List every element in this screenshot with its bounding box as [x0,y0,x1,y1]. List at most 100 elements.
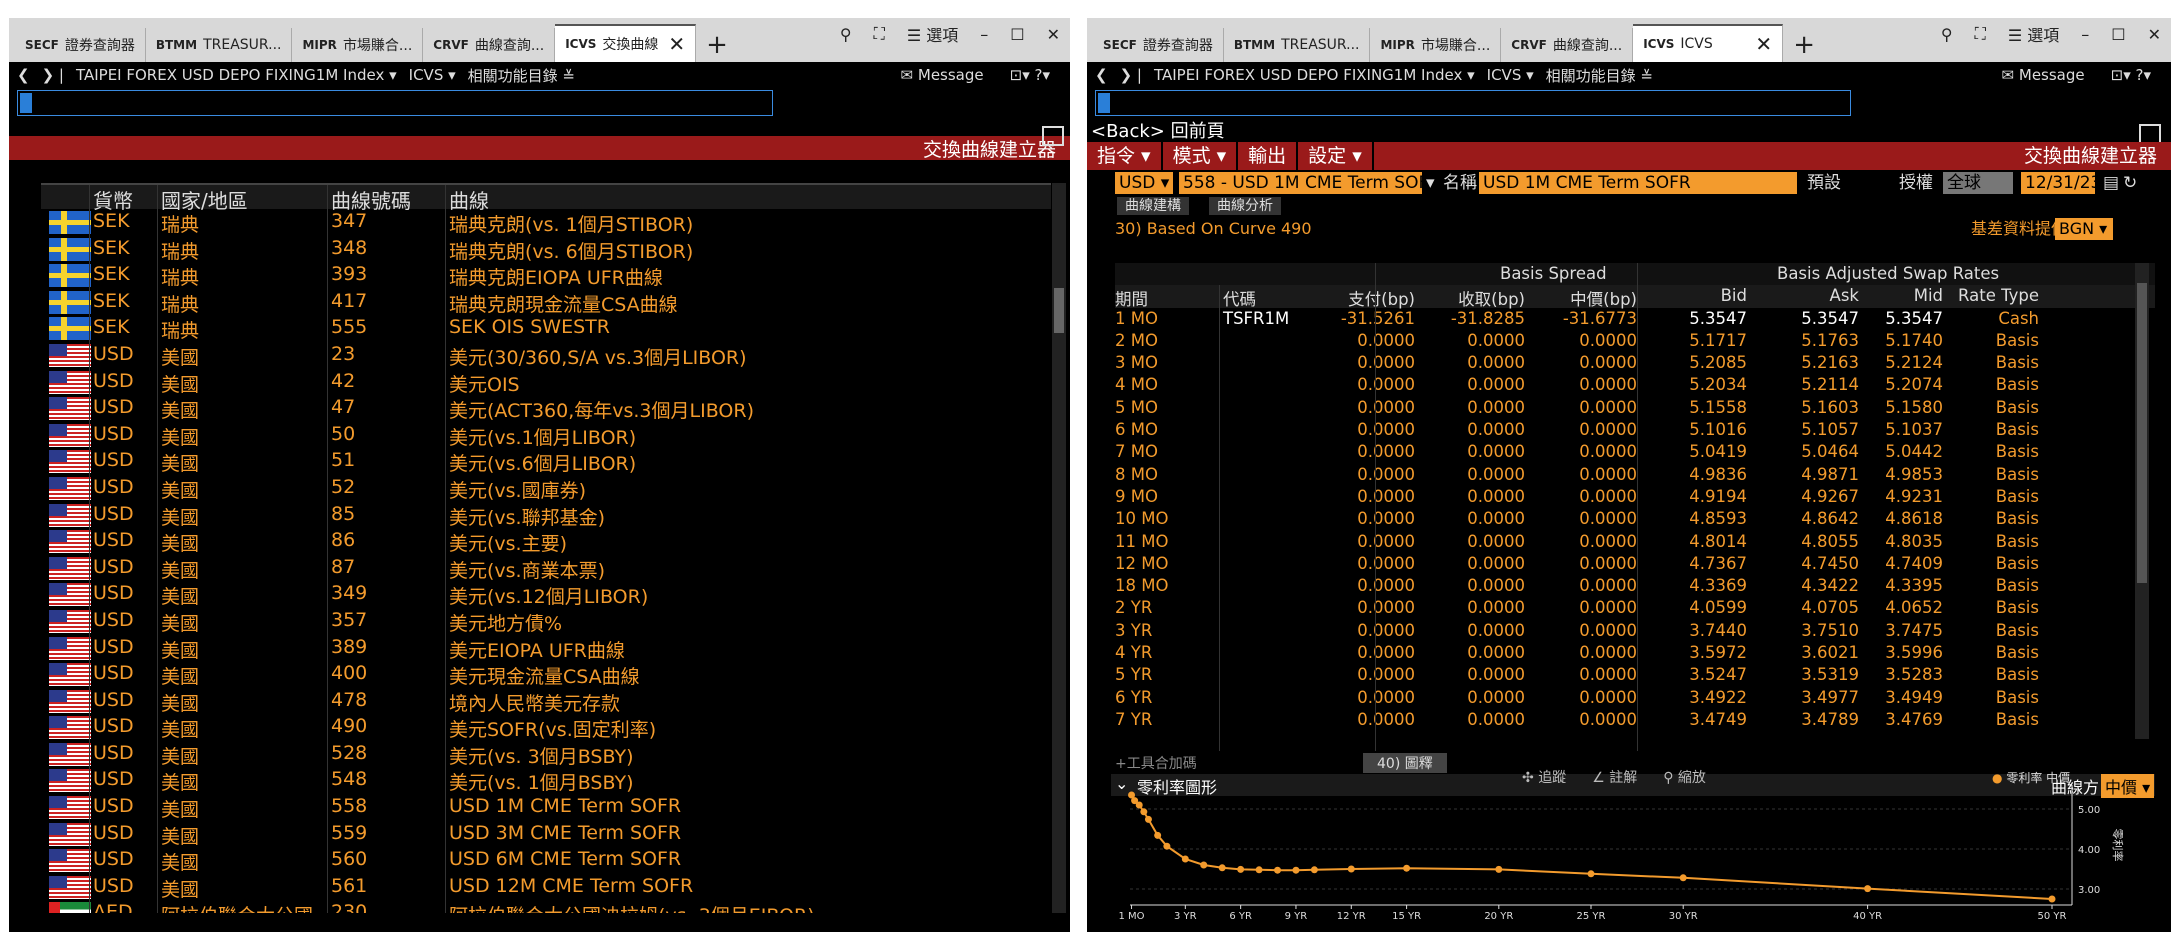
message-button[interactable]: ✉ Message [2002,66,2085,84]
table-row[interactable]: 3 MO 0.0000 0.0000 0.0000 5.2085 5.2163 5.2124… [1115,352,2155,374]
close-tab-icon[interactable]: ✕ [668,32,685,56]
function-menu[interactable]: ICVS ▾ [1487,66,1534,84]
table-row[interactable]: AED 阿拉伯聯合大公國 230 阿拉伯聯合大公國迪拉姆(vs. 3個月EIBOR) [41,900,1051,913]
based-on-curve[interactable]: 30) Based On Curve 490 [1111,218,1316,240]
table-row[interactable]: USD 美國 50 美元(vs.1個月LIBOR) [41,422,1051,449]
expand-icon[interactable] [2139,124,2161,144]
col-ask[interactable]: Ask [1747,286,1859,305]
tab-secf[interactable]: SECF 證券查詢器 [1093,28,1224,62]
function-menu[interactable]: ICVS ▾ [409,66,456,84]
expand-icon[interactable] [1042,126,1064,146]
currency-select[interactable]: USD ▾ [1115,172,1174,194]
auth-select[interactable]: 全球 [1943,172,2013,194]
help-icon[interactable]: ⊡▾ ?▾ [1010,66,1050,84]
table-row[interactable]: 4 YR 0.0000 0.0000 0.0000 3.5972 3.6021 3.5996… [1115,642,2155,664]
tab-mipr[interactable]: MIPR 市場賺合... [1370,28,1502,62]
fullscreen-icon[interactable]: ⛶ [1975,24,1986,44]
command-input[interactable] [17,90,773,116]
table-row[interactable]: USD 美國 86 美元(vs.主要) [41,528,1051,555]
table-row[interactable]: 6 YR 0.0000 0.0000 0.0000 3.4922 3.4977 3.4949… [1115,687,2155,709]
back-link[interactable]: <Back> 回前頁 [1091,117,1225,143]
table-row[interactable]: 7 YR 0.0000 0.0000 0.0000 3.4749 3.4789 3.4769… [1115,709,2155,731]
related-functions-menu[interactable]: 相關功能目錄 ≚ [1546,65,1653,86]
scrollbar-thumb[interactable] [2137,283,2147,583]
table-row[interactable]: USD 美國 23 美元(30/360,S/A vs.3個月LIBOR) [41,342,1051,369]
menu-mode[interactable]: 模式 ▾ [1163,142,1239,170]
new-tab-button[interactable]: + [696,28,738,62]
tab-btmm[interactable]: BTMM TREASUR... [146,28,293,62]
forward-arrow-icon[interactable]: ❯ | [1120,66,1142,84]
tab-curve-analysis[interactable]: 曲線分析 [1209,197,1281,215]
tab-crvf[interactable]: CRVF 曲線查詢... [423,28,556,62]
command-input[interactable] [1095,90,1851,116]
tab-crvf[interactable]: CRVF 曲線查詢... [1501,28,1634,62]
table-row[interactable]: USD 美國 349 美元(vs.12個月LIBOR) [41,581,1051,608]
scrollbar-thumb[interactable] [1054,288,1064,333]
table-row[interactable]: 2 YR 0.0000 0.0000 0.0000 4.0599 4.0705 4.0652… [1115,597,2155,619]
message-button[interactable]: ✉ Message [901,66,984,84]
table-row[interactable]: 12 MO 0.0000 0.0000 0.0000 4.7367 4.7450 4.740… [1115,553,2155,575]
minimize-icon[interactable]: – [2081,25,2089,44]
table-row[interactable]: USD 美國 357 美元地方債% [41,608,1051,635]
table-row[interactable]: USD 美國 478 境內人民幣美元存款 [41,688,1051,715]
tab-mipr[interactable]: MIPR 市場賺合... [292,28,424,62]
table-row[interactable]: 2 MO 0.0000 0.0000 0.0000 5.1717 5.1763 5.1740… [1115,330,2155,352]
security-title[interactable]: TAIPEI FOREX USD DEPO FIXING1M Index ▾ [1154,66,1475,84]
refresh-icon[interactable]: ↻ [2119,172,2141,194]
options-menu[interactable]: ☰ 選項 [907,22,958,46]
table-row[interactable]: 11 MO 0.0000 0.0000 0.0000 4.8014 4.8055 4.803… [1115,531,2155,553]
pin-icon[interactable]: ⚲ [840,25,852,44]
table-row[interactable]: USD 美國 51 美元(vs.6個月LIBOR) [41,448,1051,475]
fullscreen-icon[interactable]: ⛶ [874,24,885,44]
table-row[interactable]: USD 美國 528 美元(vs. 3個月BSBY) [41,741,1051,768]
help-icon[interactable]: ⊡▾ ?▾ [2111,66,2151,84]
table-scrollbar[interactable] [2135,263,2149,739]
back-arrow-icon[interactable]: ❮ [17,66,30,84]
pin-icon[interactable]: ⚲ [1941,25,1953,44]
tab-icvs[interactable]: ICVS 交換曲線 ✕ [555,24,697,62]
table-row[interactable]: USD 美國 389 美元EIOPA UFR曲線 [41,635,1051,662]
table-row[interactable]: SEK 瑞典 347 瑞典克朗(vs. 1個月STIBOR) [41,209,1051,236]
table-row[interactable]: 3 YR 0.0000 0.0000 0.0000 3.7440 3.7510 3.7475… [1115,620,2155,642]
table-row[interactable]: USD 美國 400 美元現金流量CSA曲線 [41,661,1051,688]
table-row[interactable]: USD 美國 85 美元(vs.聯邦基金) [41,502,1051,529]
table-row[interactable]: 8 MO 0.0000 0.0000 0.0000 4.9836 4.9871 4.9853… [1115,464,2155,486]
table-row[interactable]: 10 MO 0.0000 0.0000 0.0000 4.8593 4.8642 4.861… [1115,508,2155,530]
table-row[interactable]: USD 美國 560 USD 6M CME Term SOFR [41,847,1051,874]
tab-curve-construction[interactable]: 曲線建構 [1117,197,1189,215]
close-tab-icon[interactable]: ✕ [1755,32,1772,56]
menu-settings[interactable]: 設定 ▾ [1298,142,1374,170]
curve-select-arrow-icon[interactable]: ▾ [1422,172,1439,194]
table-row[interactable]: SEK 瑞典 393 瑞典克朗EIOPA UFR曲線 [41,262,1051,289]
table-row[interactable]: SEK 瑞典 555 SEK OIS SWESTR [41,315,1051,342]
table-row[interactable]: 5 YR 0.0000 0.0000 0.0000 3.5247 3.5319 3.5283… [1115,664,2155,686]
curve-select[interactable]: 558 - USD 1M CME Term SOFR [1179,172,1422,194]
table-row[interactable]: USD 美國 42 美元OIS [41,369,1051,396]
security-title[interactable]: TAIPEI FOREX USD DEPO FIXING1M Index ▾ [76,66,397,84]
related-functions-menu[interactable]: 相關功能目錄 ≚ [468,65,575,86]
col-mid[interactable]: Mid [1859,286,1943,305]
table-row[interactable]: USD 美國 87 美元(vs.商業本票) [41,555,1051,582]
curve-name-input[interactable]: USD 1M CME Term SOFR [1479,172,1797,194]
table-row[interactable]: 1 MO TSFR1M -31.5261 -31.8285 -31.6773 5.3547… [1115,308,2155,330]
close-window-icon[interactable]: ✕ [2148,25,2161,44]
menu-command[interactable]: 指令 ▾ [1087,142,1163,170]
new-tab-button[interactable]: + [1783,28,1825,62]
menu-output[interactable]: 輸出 [1238,142,1299,170]
table-row[interactable]: SEK 瑞典 348 瑞典克朗(vs. 6個月STIBOR) [41,236,1051,263]
table-row[interactable]: USD 美國 559 USD 3M CME Term SOFR [41,821,1051,848]
table-row[interactable]: 18 MO 0.0000 0.0000 0.0000 4.3369 4.3422 4.339… [1115,575,2155,597]
table-row[interactable]: USD 美國 561 USD 12M CME Term SOFR [41,874,1051,901]
maximize-icon[interactable]: ☐ [2111,25,2125,44]
tab-btmm[interactable]: BTMM TREASUR... [1224,28,1371,62]
table-row[interactable]: USD 美國 52 美元(vs.國庫券) [41,475,1051,502]
back-arrow-icon[interactable]: ❮ [1095,66,1108,84]
options-menu[interactable]: ☰ 選項 [2008,22,2059,46]
list-scrollbar[interactable] [1052,183,1066,913]
minimize-icon[interactable]: – [980,25,988,44]
table-row[interactable]: 9 MO 0.0000 0.0000 0.0000 4.9194 4.9267 4.9231… [1115,486,2155,508]
col-bid[interactable]: Bid [1637,286,1747,305]
table-row[interactable]: USD 美國 548 美元(vs. 1個月BSBY) [41,767,1051,794]
table-row[interactable]: USD 美國 490 美元SOFR(vs.固定利率) [41,714,1051,741]
tab-icvs[interactable]: ICVS ICVS ✕ [1633,24,1784,62]
